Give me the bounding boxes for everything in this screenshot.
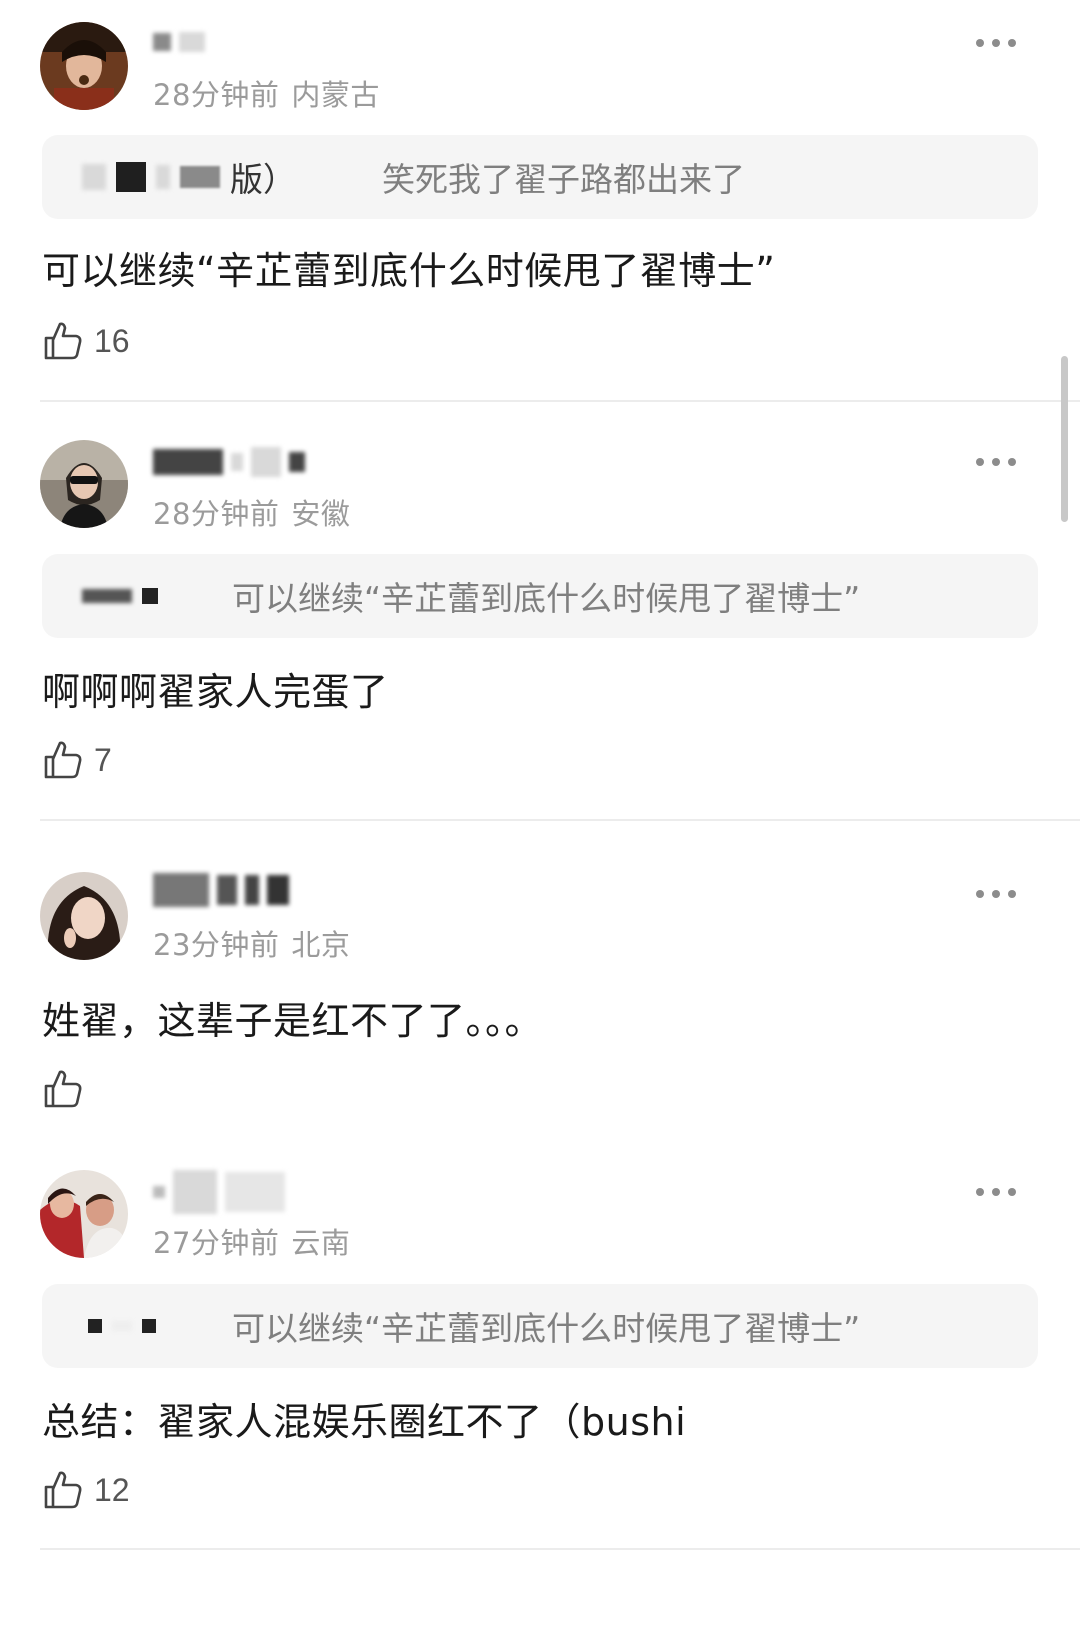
more-dots-icon[interactable] bbox=[976, 1182, 1016, 1202]
comment-text: 姓翟，这辈子是红不了了。。。 bbox=[42, 999, 544, 1043]
thumbs-up-icon bbox=[44, 741, 82, 779]
avatar[interactable] bbox=[40, 22, 128, 110]
comment-location: 云南 bbox=[291, 1226, 351, 1260]
divider bbox=[40, 1548, 1080, 1550]
like-count: 12 bbox=[94, 1471, 130, 1508]
more-dots-icon[interactable] bbox=[976, 884, 1016, 904]
like-button[interactable]: 7 bbox=[42, 737, 112, 783]
comment-time: 28分钟前 bbox=[153, 78, 280, 112]
more-dots-icon[interactable] bbox=[976, 33, 1016, 53]
comment-meta: 27分钟前 云南 bbox=[153, 1220, 350, 1262]
avatar[interactable] bbox=[40, 1170, 128, 1258]
comment-time: 28分钟前 bbox=[153, 497, 280, 531]
divider bbox=[40, 819, 1080, 821]
avatar[interactable] bbox=[40, 872, 128, 960]
like-count: 7 bbox=[94, 741, 112, 778]
comment-meta: 28分钟前 内蒙古 bbox=[153, 72, 380, 114]
like-button[interactable]: 12 bbox=[42, 1467, 130, 1513]
quote-author-suffix: 版） bbox=[230, 160, 296, 199]
quote-author bbox=[82, 588, 232, 604]
username-blurred[interactable] bbox=[153, 442, 305, 482]
quote-text: 笑死我了翟子路都出来了 bbox=[382, 160, 745, 199]
scrollbar[interactable] bbox=[1061, 356, 1068, 522]
like-count: 16 bbox=[94, 322, 130, 359]
username-blurred[interactable] bbox=[153, 22, 205, 62]
like-button[interactable]: 16 bbox=[42, 318, 130, 364]
comment-time: 27分钟前 bbox=[153, 1226, 280, 1260]
avatar-image bbox=[40, 22, 128, 110]
comment-location: 内蒙古 bbox=[291, 78, 380, 112]
avatar-image bbox=[40, 440, 128, 528]
username-blurred[interactable] bbox=[153, 1170, 285, 1214]
comment-meta: 23分钟前 北京 bbox=[153, 922, 350, 964]
avatar-image bbox=[40, 1170, 128, 1258]
avatar-image bbox=[40, 872, 128, 960]
quote-author bbox=[82, 1319, 232, 1333]
comment-text: 总结：翟家人混娱乐圈红不了（bushi bbox=[42, 1400, 687, 1444]
more-dots-icon[interactable] bbox=[976, 452, 1016, 472]
quote-text: 可以继续“辛芷蕾到底什么时候甩了翟博士” bbox=[232, 1309, 861, 1348]
avatar[interactable] bbox=[40, 440, 128, 528]
thumbs-up-icon bbox=[44, 322, 82, 360]
thumbs-up-icon bbox=[44, 1471, 82, 1509]
quoted-reply[interactable]: 可以继续“辛芷蕾到底什么时候甩了翟博士” bbox=[42, 1284, 1038, 1368]
quoted-reply[interactable]: 可以继续“辛芷蕾到底什么时候甩了翟博士” bbox=[42, 554, 1038, 638]
quote-text: 可以继续“辛芷蕾到底什么时候甩了翟博士” bbox=[232, 579, 861, 618]
comment-text: 啊啊啊翟家人完蛋了 bbox=[42, 670, 389, 714]
quoted-reply[interactable]: 版） 笑死我了翟子路都出来了 bbox=[42, 135, 1038, 219]
comment-location: 北京 bbox=[291, 928, 351, 962]
like-button[interactable] bbox=[42, 1066, 94, 1112]
username-blurred[interactable] bbox=[153, 870, 289, 910]
comment-time: 23分钟前 bbox=[153, 928, 280, 962]
quote-author: 版） bbox=[82, 153, 382, 201]
comment-text: 可以继续“辛芷蕾到底什么时候甩了翟博士” bbox=[42, 249, 776, 293]
divider bbox=[40, 400, 1080, 402]
comment-location: 安徽 bbox=[291, 497, 351, 531]
thumbs-up-icon bbox=[44, 1070, 82, 1108]
comment-meta: 28分钟前 安徽 bbox=[153, 491, 350, 533]
